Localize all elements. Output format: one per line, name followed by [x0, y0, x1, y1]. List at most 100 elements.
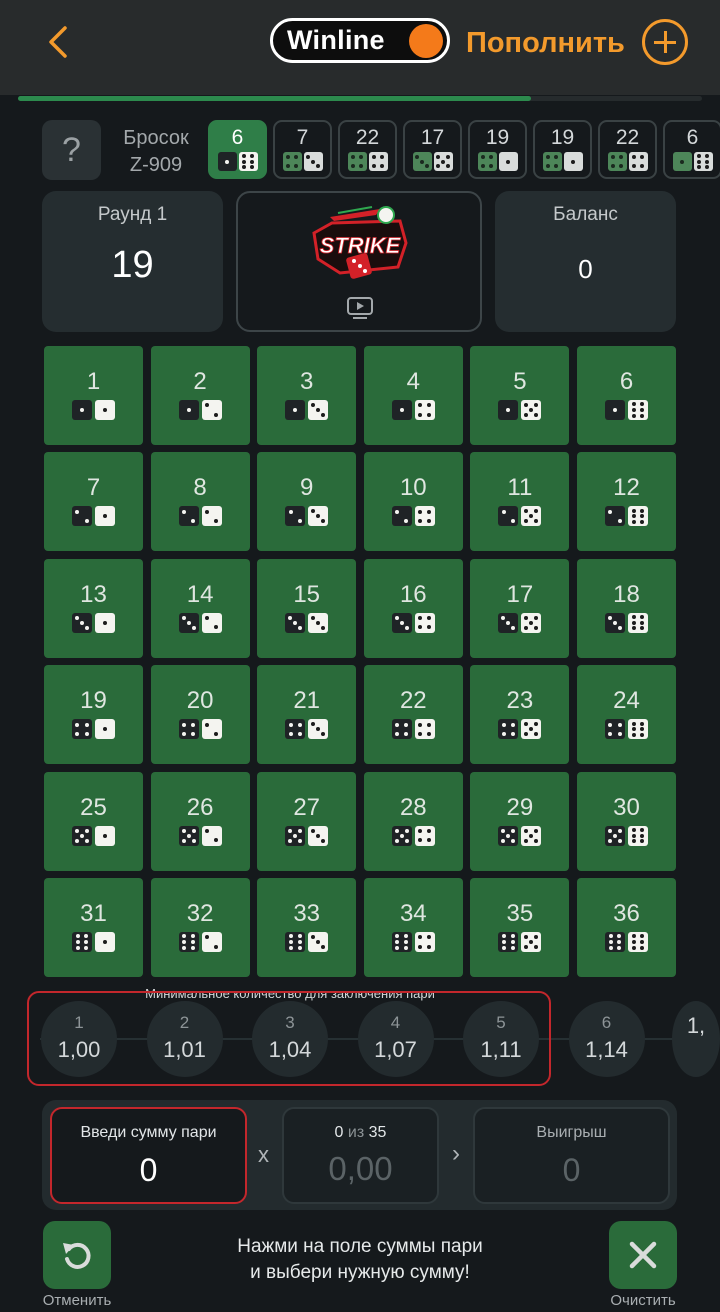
bet-cell-dice — [44, 932, 143, 952]
bet-cell[interactable]: 23 — [470, 665, 570, 765]
bet-cell[interactable]: 7 — [44, 452, 143, 552]
bet-cell-dice — [577, 506, 676, 527]
bet-cell-number: 6 — [619, 368, 634, 395]
bet-cell[interactable]: 11 — [470, 452, 570, 552]
bet-cell[interactable]: 10 — [363, 452, 463, 552]
bet-cell[interactable]: 36 — [577, 878, 676, 977]
die-4-icon — [414, 400, 435, 420]
chevron-left-icon — [49, 26, 67, 58]
bet-cell[interactable]: 24 — [577, 665, 676, 765]
bet-cell[interactable]: 9 — [257, 452, 357, 552]
bet-cell[interactable]: 21 — [257, 665, 357, 765]
history-item[interactable]: 6 — [663, 120, 720, 179]
bet-cell[interactable]: 12 — [577, 452, 676, 552]
bet-cell[interactable]: 32 — [150, 878, 250, 977]
coefficient-item[interactable]: 2 1,01 — [146, 1001, 223, 1077]
clear-button[interactable] — [609, 1221, 677, 1289]
coefficient-item[interactable]: 6 1,14 — [568, 1001, 645, 1077]
die-1-icon — [95, 825, 115, 846]
balance-card: Баланс 0 — [495, 191, 676, 332]
history-sum: 22 — [355, 126, 380, 149]
history-item[interactable]: 22 — [338, 120, 397, 179]
top-bar: Winline Пополнить — [0, 0, 720, 95]
die-6-icon — [693, 152, 713, 171]
bet-cell[interactable]: 29 — [470, 771, 570, 871]
coefficient-item[interactable]: 4 1,07 — [357, 1001, 434, 1077]
die-6-icon — [628, 612, 648, 633]
coefficient-item[interactable]: 1 1,00 — [41, 1001, 117, 1077]
bet-cell[interactable]: 13 — [44, 558, 143, 658]
bet-cell[interactable]: 14 — [150, 558, 250, 658]
cancel-button[interactable] — [43, 1221, 111, 1289]
bet-cell[interactable]: 16 — [363, 558, 463, 658]
selected-count-value: 0 — [334, 1124, 344, 1141]
die-1-icon — [95, 612, 115, 633]
die-5-icon — [521, 400, 542, 420]
bet-cell[interactable]: 31 — [44, 878, 143, 977]
die-5-icon — [72, 825, 92, 846]
bet-cell[interactable]: 18 — [577, 558, 676, 658]
bet-cell-number: 18 — [613, 580, 640, 608]
bet-cell[interactable]: 25 — [44, 771, 143, 871]
die-4-icon — [607, 152, 627, 171]
bet-cell[interactable]: 15 — [257, 558, 357, 658]
bet-cell[interactable]: 17 — [470, 558, 570, 658]
bet-cell[interactable]: 4 — [363, 346, 463, 445]
selected-count: 0 из 35 — [284, 1124, 437, 1142]
history-item[interactable]: 19 — [533, 120, 592, 179]
bet-cell[interactable]: 30 — [577, 771, 676, 871]
bet-cell-dice — [44, 719, 143, 740]
bet-cell[interactable]: 26 — [150, 771, 250, 871]
bet-cell[interactable]: 33 — [257, 878, 357, 977]
bet-cell[interactable]: 27 — [257, 771, 357, 871]
die-5-icon — [391, 825, 412, 846]
bet-cell-dice — [470, 932, 569, 952]
coefficient-item[interactable]: 3 1,04 — [252, 1001, 328, 1077]
history-item[interactable]: 6 — [208, 120, 267, 179]
bet-cell-dice — [151, 400, 250, 420]
help-button[interactable]: ? — [42, 120, 101, 180]
hint-line-1: Нажми на поле суммы пари — [237, 1236, 483, 1257]
die-6-icon — [628, 825, 648, 846]
bet-cell-dice — [151, 825, 250, 846]
history-sum: 6 — [686, 126, 699, 149]
bet-cell-number: 29 — [506, 793, 534, 821]
history-item[interactable]: 17 — [403, 120, 462, 179]
bet-cell[interactable]: 5 — [470, 346, 570, 445]
stream-card[interactable]: STRIKE — [236, 191, 482, 332]
history-item[interactable]: 22 — [598, 120, 657, 179]
tv-play-icon[interactable] — [346, 296, 374, 320]
bet-cell[interactable]: 19 — [44, 665, 143, 765]
die-4-icon — [414, 932, 435, 952]
plus-circle-icon[interactable] — [642, 19, 688, 65]
bet-cell[interactable]: 34 — [363, 878, 463, 977]
coefficient-value: 1,11 — [480, 1037, 522, 1062]
bet-cell[interactable]: 6 — [577, 346, 676, 445]
die-4-icon — [414, 612, 435, 633]
back-button[interactable] — [38, 20, 78, 64]
bet-cell[interactable]: 8 — [150, 452, 250, 552]
coefficient-item[interactable]: 1, — [672, 1001, 720, 1077]
bet-cell[interactable]: 20 — [150, 665, 250, 765]
die-4-icon — [414, 506, 435, 527]
die-3-icon — [303, 152, 323, 171]
bet-cell[interactable]: 35 — [470, 878, 570, 977]
bet-cell-number: 14 — [186, 580, 214, 608]
history-item[interactable]: 7 — [273, 120, 332, 179]
bet-cell[interactable]: 28 — [363, 771, 463, 871]
history-item[interactable]: 19 — [468, 120, 527, 179]
deposit-link[interactable]: Пополнить — [466, 22, 625, 64]
die-1-icon — [672, 152, 692, 171]
bet-cell[interactable]: 1 — [44, 346, 143, 445]
die-2-icon — [201, 825, 222, 846]
bet-amount-value: 0 — [139, 1152, 158, 1188]
die-2-icon — [285, 506, 306, 527]
bet-cell[interactable]: 2 — [150, 346, 250, 445]
coefficient-item[interactable]: 5 1,11 — [463, 1001, 539, 1077]
bet-cell[interactable]: 3 — [257, 346, 357, 445]
bet-cell[interactable]: 22 — [363, 665, 463, 765]
bet-cell-number: 9 — [300, 474, 314, 502]
throw-history[interactable]: 6 7 22 17 19 19 22 6 — [208, 120, 720, 180]
bet-amount-input[interactable]: Введи сумму пари 0 — [50, 1107, 247, 1204]
die-6-icon — [628, 719, 648, 740]
